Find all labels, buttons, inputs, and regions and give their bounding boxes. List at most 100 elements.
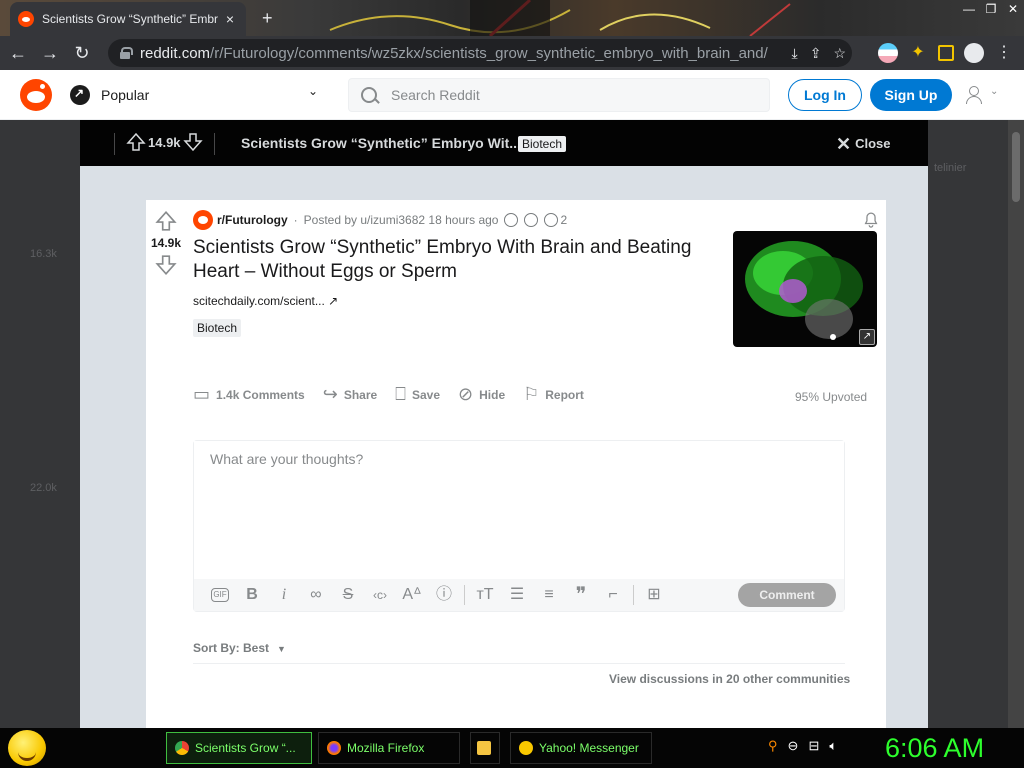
external-link-icon[interactable]: ↗ (859, 329, 875, 345)
window-controls: — ❐ ✕ (958, 0, 1024, 20)
overlay-flair[interactable]: Biotech (518, 136, 567, 152)
signup-button[interactable]: Sign Up (870, 79, 952, 111)
page-scrollbar[interactable] (1008, 120, 1024, 728)
bell-icon[interactable] (862, 210, 880, 228)
overlay-vote: 14.9k (126, 132, 203, 152)
taskbar-item-chrome[interactable]: Scientists Grow “... (166, 732, 312, 764)
post-content-area: 14.9k r/Futurology · Posted by u/izumi36… (80, 166, 928, 728)
heading-icon[interactable]: ᴛT (469, 581, 501, 609)
external-link-icon: ↗ (328, 294, 339, 308)
bulleted-list-icon[interactable]: ☰ (501, 581, 533, 609)
reddit-header: Popular ⌄ Log In Sign Up ⌄ (0, 70, 1024, 120)
comment-submit-button[interactable]: Comment (738, 583, 836, 607)
search-icon[interactable]: ⚲ (768, 738, 778, 754)
feed-selector[interactable]: Popular ⌄ (70, 84, 332, 106)
post-link-text[interactable]: scitechdaily.com/scient... (193, 294, 325, 308)
eye-slash-icon: ⊘ (458, 384, 474, 404)
puzzle-extensions-icon[interactable]: ✦ (908, 43, 928, 63)
volume-icon[interactable]: 🔈︎ (829, 738, 837, 754)
comments-button[interactable]: ▭ 1.4k Comments (193, 384, 305, 405)
start-button-smiley-icon[interactable] (8, 730, 46, 766)
install-icon[interactable]: ⤓ (792, 45, 798, 62)
minus-circle-icon[interactable]: ⊖ (788, 738, 799, 754)
award-icon[interactable] (524, 213, 539, 227)
award-icon[interactable] (504, 213, 519, 227)
save-button[interactable]: ⎕ Save (395, 384, 440, 405)
code-block-icon[interactable]: ⌐ (597, 581, 629, 609)
user-menu[interactable]: ⌄ (966, 84, 1006, 106)
os-taskbar: Scientists Grow “... Mozilla Firefox Yah… (0, 728, 1024, 768)
meta-dot: · (293, 213, 298, 227)
lock-icon (120, 47, 133, 59)
sort-label: Sort By: Best (193, 641, 270, 655)
table-icon[interactable]: ⊞ (638, 581, 670, 609)
post-thumbnail[interactable]: ↗ (733, 231, 877, 347)
comment-input[interactable] (194, 441, 844, 579)
reddit-logo-icon[interactable] (20, 79, 52, 111)
forward-icon[interactable]: → (36, 39, 64, 67)
inline-code-icon[interactable]: ‹c› (364, 581, 396, 609)
view-discussions-link[interactable]: View discussions in 20 other communities (609, 672, 850, 686)
taskbar-item-firefox[interactable]: Mozilla Firefox (318, 732, 460, 764)
close-label: Close (855, 136, 891, 151)
report-button[interactable]: ⚐ Report (523, 384, 584, 405)
numbered-list-icon[interactable]: ≡ (533, 581, 565, 609)
bookmark-icon: ⎕ (395, 384, 406, 404)
profile-flag-icon[interactable] (878, 43, 898, 63)
bold-icon[interactable]: B (236, 581, 268, 609)
background-score: 22.0k (30, 482, 57, 494)
link-icon[interactable]: ∞ (300, 581, 332, 609)
superscript-icon[interactable]: Aᐞ (396, 581, 428, 609)
downvote-icon[interactable] (155, 254, 177, 276)
share-icon[interactable]: ⇪ (810, 45, 822, 62)
new-tab-button[interactable]: + (262, 8, 273, 29)
strikethrough-icon[interactable]: S (332, 581, 364, 609)
background-score: 16.3k (30, 248, 57, 260)
award-icon[interactable] (544, 213, 559, 227)
upvote-icon[interactable] (126, 132, 146, 152)
post-link[interactable]: scitechdaily.com/scient... ↗ (193, 294, 338, 308)
downvote-icon[interactable] (182, 132, 203, 152)
post-flair[interactable]: Biotech (193, 319, 242, 337)
upvote-icon[interactable] (155, 210, 177, 232)
browser-tab-strip: Scientists Grow “Synthetic” Embr × + — ❐… (0, 0, 1024, 36)
spoiler-icon[interactable]: ⓘ (428, 581, 460, 609)
close-button[interactable]: ✕ Close (836, 134, 891, 155)
back-icon[interactable]: ← (4, 39, 32, 67)
tab-close-icon[interactable]: × (222, 11, 238, 27)
quote-icon[interactable]: ❞ (565, 581, 597, 609)
minimize-button[interactable]: — (958, 0, 980, 18)
browser-menu-icon[interactable]: ⋮ (994, 43, 1014, 63)
active-browser-tab[interactable]: Scientists Grow “Synthetic” Embr × (10, 2, 246, 36)
address-bar[interactable]: reddit.com /r/Futurology/comments/wz5zkx… (108, 39, 852, 67)
maximize-button[interactable]: ❐ (980, 0, 1002, 18)
sort-dropdown[interactable]: Sort By: Best ▼ (193, 641, 286, 655)
close-icon: ✕ (836, 134, 852, 154)
posted-by[interactable]: Posted by u/izumi3682 18 hours ago (304, 213, 499, 227)
taskbar-clock[interactable]: 6:06 AM (885, 733, 984, 764)
post-meta: r/Futurology · Posted by u/izumi3682 18 … (193, 210, 567, 230)
taskbar-item-folder[interactable] (470, 732, 500, 764)
sidepanel-icon[interactable] (938, 45, 954, 61)
subreddit-icon[interactable] (193, 210, 213, 230)
chevron-down-icon: ⌄ (990, 86, 999, 97)
window-close-button[interactable]: ✕ (1002, 0, 1024, 18)
share-button[interactable]: ↪ Share (323, 384, 377, 405)
search-box[interactable] (348, 78, 770, 112)
subreddit-link[interactable]: r/Futurology (217, 213, 288, 227)
hide-button[interactable]: ⊘ Hide (458, 384, 505, 405)
gif-button[interactable]: GIF (211, 588, 229, 602)
login-button[interactable]: Log In (788, 79, 862, 111)
taskbar-item-yahoo-messenger[interactable]: Yahoo! Messenger (510, 732, 652, 764)
italic-icon[interactable]: i (268, 581, 300, 609)
search-input[interactable] (389, 86, 729, 104)
user-icon-body (966, 96, 982, 104)
network-icon[interactable]: ⊟ (808, 738, 819, 754)
scrollbar-thumb[interactable] (1012, 132, 1020, 202)
reddit-favicon-icon (18, 11, 34, 27)
report-label: Report (545, 387, 584, 402)
reload-icon[interactable]: ↻ (68, 39, 96, 67)
toolbar-divider (464, 585, 465, 605)
bookmark-star-icon[interactable]: ☆ (833, 45, 846, 62)
profile-avatar-icon[interactable] (964, 43, 984, 63)
